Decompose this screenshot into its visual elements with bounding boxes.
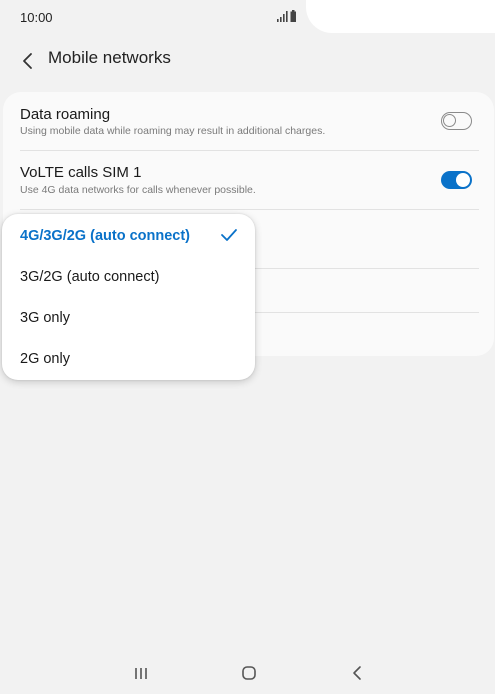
option-label: 3G only [20, 310, 70, 326]
home-button[interactable] [236, 662, 262, 684]
data-roaming-row[interactable]: Data roaming Using mobile data while roa… [3, 92, 494, 150]
network-mode-dropdown: 4G/3G/2G (auto connect) 3G/2G (auto conn… [2, 214, 255, 380]
network-mode-option-3g2g[interactable]: 3G/2G (auto connect) [2, 256, 255, 297]
toggle-knob [443, 114, 456, 127]
camera-cutout [306, 0, 495, 33]
volte-subtitle: Use 4G data networks for calls whenever … [20, 184, 256, 196]
volte-row[interactable]: VoLTE calls SIM 1 Use 4G data networks f… [3, 151, 494, 209]
network-mode-option-3g-only[interactable]: 3G only [2, 297, 255, 338]
network-mode-option-4g3g2g[interactable]: 4G/3G/2G (auto connect) [2, 215, 255, 256]
toggle-knob [456, 173, 470, 187]
back-button[interactable] [14, 47, 42, 75]
data-roaming-toggle[interactable] [441, 112, 472, 130]
home-icon [242, 666, 256, 680]
check-icon [221, 229, 237, 241]
volte-toggle[interactable] [441, 171, 472, 189]
data-roaming-subtitle: Using mobile data while roaming may resu… [20, 125, 326, 137]
signal-icon [277, 10, 296, 22]
back-icon [353, 666, 361, 680]
back-arrow-icon [23, 53, 32, 69]
battery-icon [290, 10, 296, 22]
volte-title: VoLTE calls SIM 1 [20, 164, 142, 181]
navigation-bar [0, 652, 495, 694]
status-time: 10:00 [20, 10, 53, 25]
option-label: 2G only [20, 351, 70, 367]
network-mode-option-2g-only[interactable]: 2G only [2, 338, 255, 379]
page-title: Mobile networks [48, 48, 171, 67]
recent-apps-icon [135, 668, 147, 679]
option-label: 4G/3G/2G (auto connect) [20, 228, 190, 244]
status-icons [276, 9, 306, 23]
recent-apps-button[interactable] [128, 662, 154, 684]
app-bar: Mobile networks [0, 34, 495, 90]
option-label: 3G/2G (auto connect) [20, 269, 160, 285]
data-roaming-title: Data roaming [20, 106, 111, 123]
nav-back-button[interactable] [345, 662, 371, 684]
